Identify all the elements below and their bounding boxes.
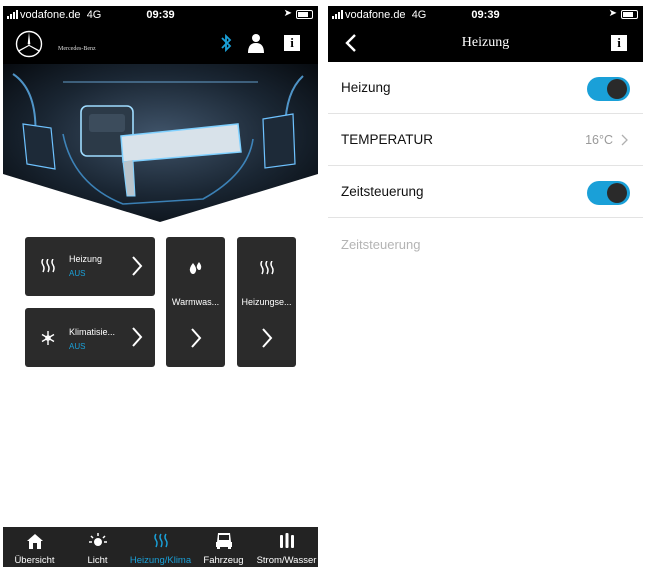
row-label: Heizung [341, 80, 391, 95]
brand-wordmark: Mercedes-Benz [58, 46, 96, 52]
chevron-right-icon [621, 134, 628, 146]
chevron-right-icon [191, 328, 202, 348]
status-time: 09:39 [471, 9, 500, 21]
chevron-right-icon [132, 327, 143, 347]
chevron-right-icon [132, 256, 143, 276]
location-icon: ➤ [608, 8, 617, 19]
schedule-toggle[interactable] [587, 181, 630, 205]
schedule-section-label: Zeitsteuerung [341, 237, 421, 252]
nav-bar: Heizung i [328, 24, 643, 62]
profile-icon[interactable] [247, 33, 265, 53]
bottom-tab-bar: Übersicht Licht Heizung/Klima Fahrzeug S… [3, 527, 318, 567]
heating-tile[interactable]: Heizung AUS [25, 237, 155, 296]
light-icon [88, 533, 107, 546]
tab-label: Heizung/Klima [129, 555, 192, 566]
right-phone-screen: vodafone.de 4G 09:39 ➤ Heizung i Heizung… [328, 6, 643, 567]
tab-label: Strom/Wasser [256, 555, 317, 566]
tile-label: Heizungse... [241, 297, 292, 307]
temperature-row[interactable]: TEMPERATUR 16°C [328, 114, 643, 166]
home-icon [26, 534, 43, 549]
status-time: 09:39 [146, 9, 175, 21]
air-conditioning-tile[interactable]: Klimatisie... AUS [25, 308, 155, 367]
temperature-value: 16°C [585, 133, 613, 147]
tab-label: Übersicht [14, 555, 55, 566]
water-drops-icon [189, 262, 202, 274]
warm-water-tile[interactable]: Warmwas... [166, 237, 225, 367]
heating-toggle-row: Heizung [328, 62, 643, 114]
battery-icon [296, 10, 313, 19]
heater-icon [153, 533, 168, 548]
tile-state: AUS [69, 342, 86, 351]
tile-label: Klimatisie... [69, 327, 116, 337]
bluetooth-icon[interactable] [220, 33, 232, 53]
van-interior-image [3, 64, 318, 222]
tab-licht[interactable]: Licht [66, 527, 129, 567]
status-bar: vodafone.de 4G 09:39 ➤ [3, 6, 318, 24]
tab-label: Licht [87, 555, 108, 566]
heater-icon [260, 261, 274, 275]
tab-label: Fahrzeug [203, 555, 244, 566]
battery-icon [279, 533, 294, 548]
van-icon [215, 533, 232, 549]
status-bar: vodafone.de 4G 09:39 ➤ [328, 6, 643, 24]
tile-label: Heizung [69, 254, 103, 264]
location-icon: ➤ [283, 8, 292, 19]
chevron-right-icon [262, 328, 273, 348]
page-title: Heizung [461, 35, 510, 50]
snowflake-icon [41, 331, 55, 345]
left-phone-screen: vodafone.de 4G 09:39 ➤ Mercedes-Benz i H… [3, 6, 318, 567]
tab-fahrzeug[interactable]: Fahrzeug [192, 527, 255, 567]
row-label: Zeitsteuerung [341, 184, 424, 199]
info-button[interactable]: i [284, 35, 300, 51]
tab-uebersicht[interactable]: Übersicht [3, 527, 66, 567]
tile-state: AUS [69, 269, 86, 278]
app-header: Mercedes-Benz i [3, 24, 318, 64]
heating-settings-tile[interactable]: Heizungse... [237, 237, 296, 367]
mercedes-star-icon [15, 30, 43, 58]
heater-icon [41, 259, 55, 273]
schedule-toggle-row: Zeitsteuerung [328, 166, 643, 218]
battery-icon [621, 10, 638, 19]
tab-heizung-klima[interactable]: Heizung/Klima [129, 527, 192, 567]
row-label: TEMPERATUR [341, 132, 434, 147]
tab-strom-wasser[interactable]: Strom/Wasser [255, 527, 318, 567]
info-button[interactable]: i [611, 35, 627, 51]
tile-label: Warmwas... [171, 297, 220, 307]
heating-toggle[interactable] [587, 77, 630, 101]
